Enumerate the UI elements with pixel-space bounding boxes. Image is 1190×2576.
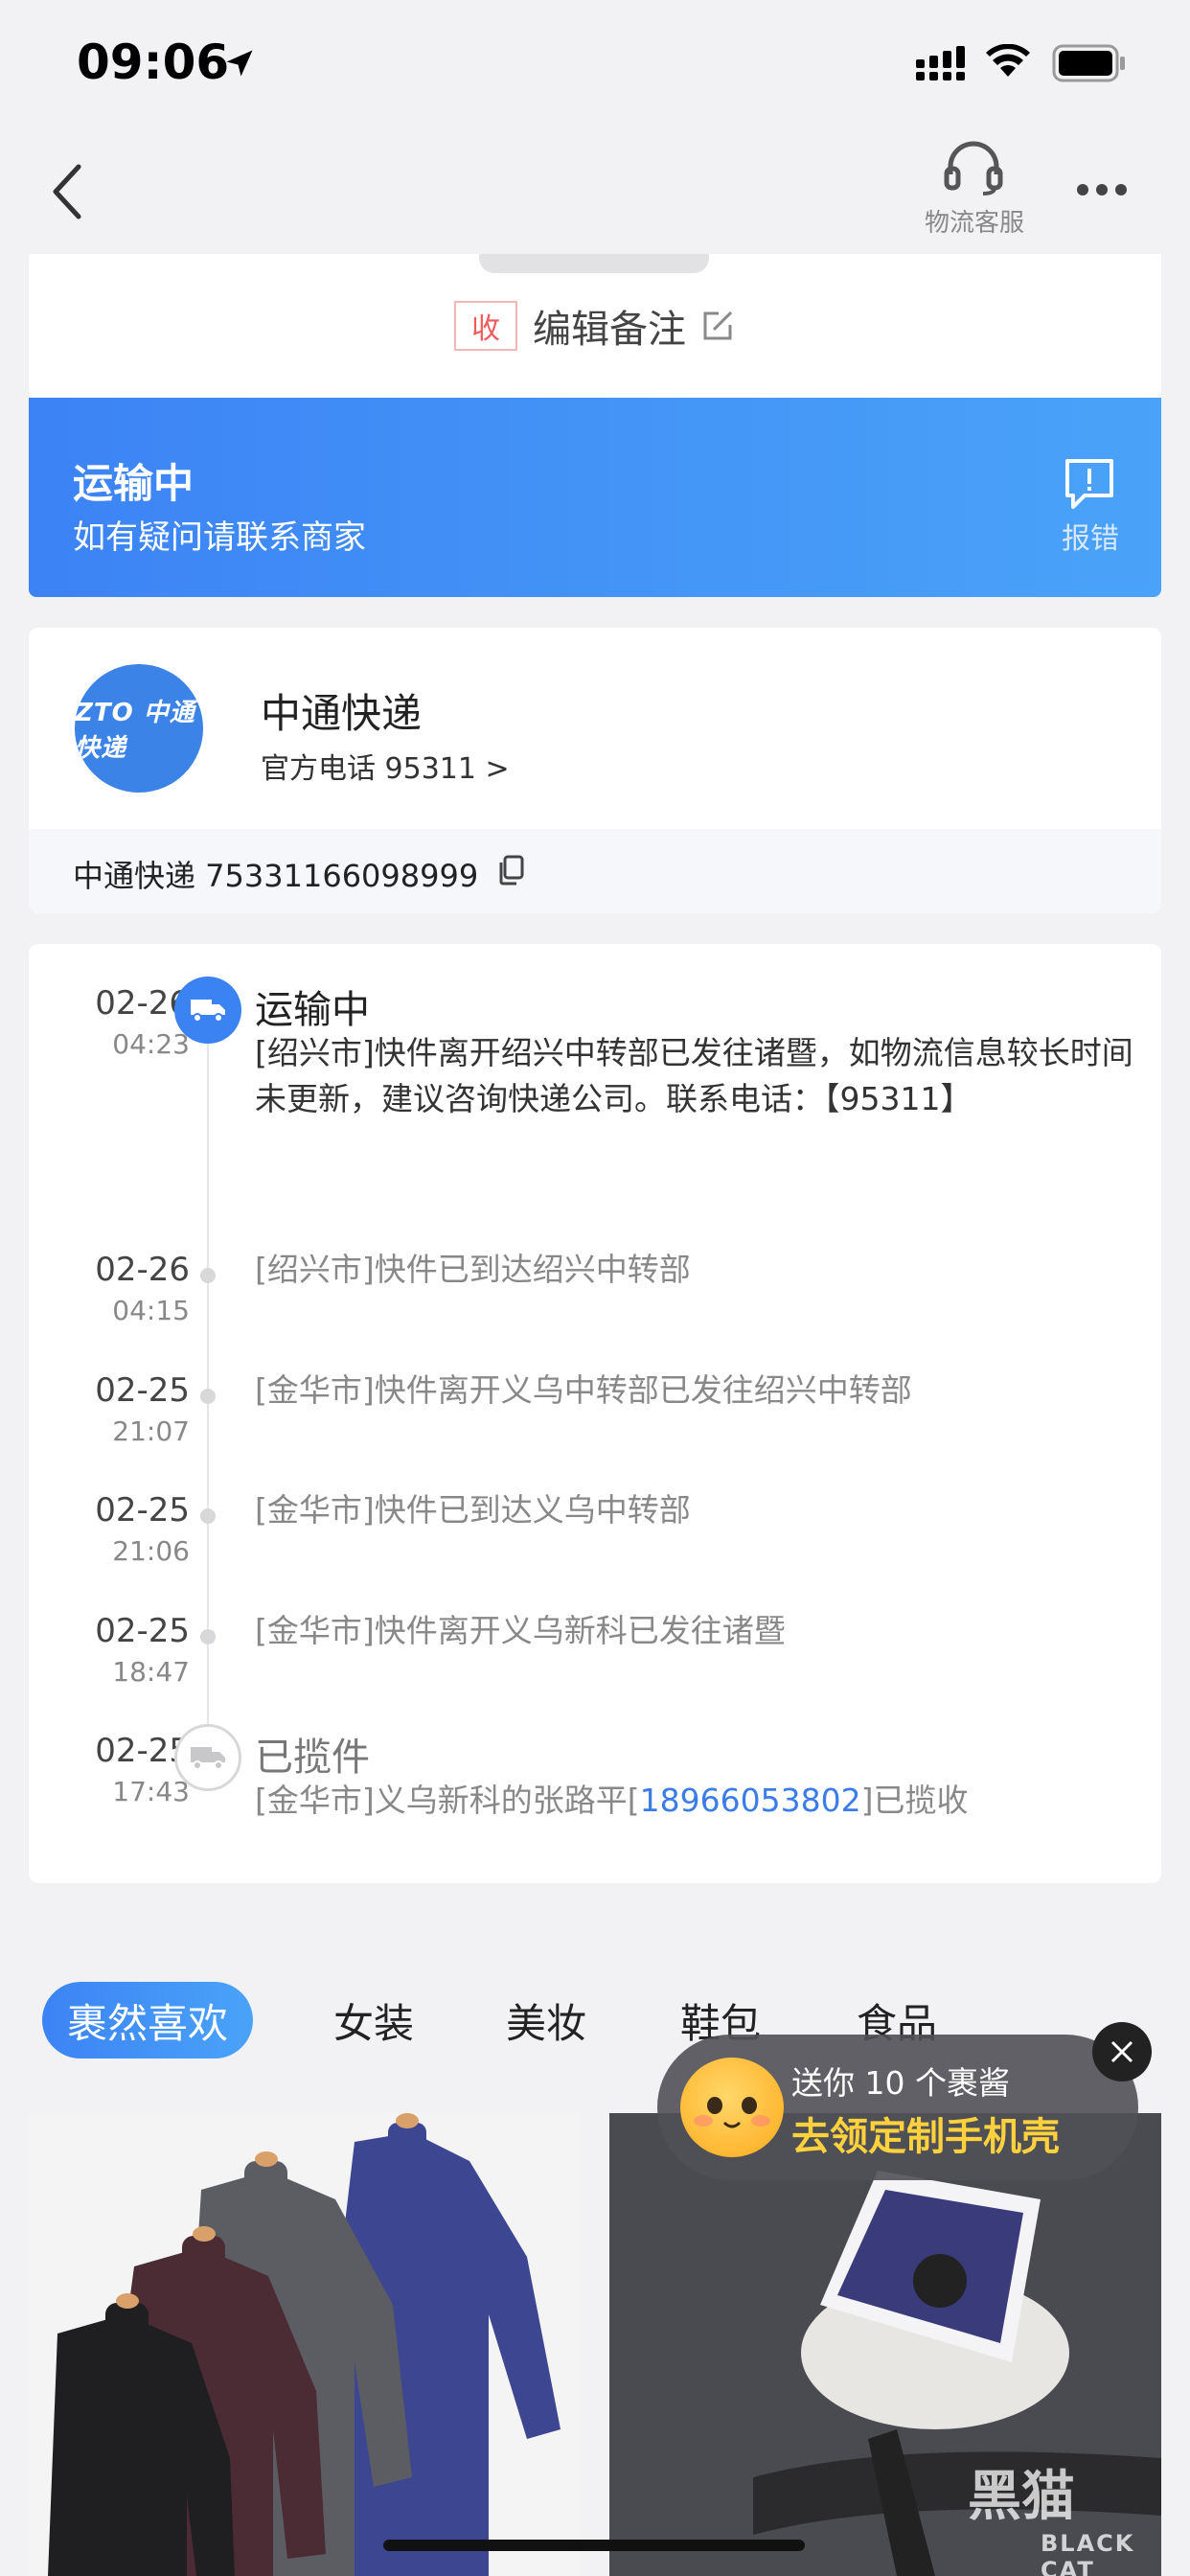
timeline-status: 已揽件 <box>255 1736 370 1780</box>
location-arrow-icon <box>226 50 253 77</box>
timeline-description: [绍兴市]快件已到达绍兴中转部 <box>255 1251 691 1288</box>
wifi-icon <box>986 44 1030 77</box>
edit-icon[interactable] <box>699 308 736 344</box>
promo-line1: 送你 10 个裹酱 <box>791 2064 1010 2102</box>
drag-handle[interactable] <box>479 254 709 273</box>
smiley-face-icon <box>680 2058 784 2157</box>
timeline-description: [金华市]快件离开义乌新科已发往诸暨 <box>255 1612 786 1649</box>
timeline-description: [绍兴市]快件离开绍兴中转部已发往诸暨，如物流信息较长时间未更新，建议咨询快递公… <box>255 1034 1133 1117</box>
description-prefix: [金华市]义乌新科的张路平[ <box>255 1782 640 1819</box>
report-message-icon[interactable] <box>1062 457 1117 511</box>
courier-card: ZTO 中通快递 中通快递 官方电话 95311 > 中通快递 75331166… <box>29 628 1161 913</box>
timeline-date: 02-25 <box>95 1491 190 1530</box>
timeline-dot <box>200 1268 216 1283</box>
timeline-date: 02-25 <box>95 1371 190 1410</box>
remark-card: 收 编辑备注 <box>29 254 1161 398</box>
more-dots-icon[interactable] <box>1075 182 1129 197</box>
timeline-description: [金华市]快件离开义乌中转部已发往绍兴中转部 <box>255 1371 912 1409</box>
timeline-description: [金华市]义乌新科的张路平[18966053802]已揽收 <box>255 1778 1136 1824</box>
receive-badge: 收 <box>454 301 517 351</box>
timeline-time: 04:15 <box>112 1295 190 1326</box>
timeline-date: 02-25 <box>95 1612 190 1650</box>
timeline-dot <box>200 1629 216 1644</box>
battery-icon <box>1052 44 1125 82</box>
timeline-time: 21:07 <box>112 1415 190 1447</box>
zto-logo: ZTO 中通快递 <box>75 664 203 793</box>
timeline-status: 运输中 <box>255 988 370 1032</box>
cellular-signal-icon <box>916 46 965 80</box>
headset-icon[interactable] <box>941 138 1006 197</box>
timeline-dot <box>200 1508 216 1524</box>
close-icon[interactable] <box>1092 2022 1152 2082</box>
timeline-time: 04:23 <box>112 1028 190 1060</box>
product-card-turtlenecks[interactable] <box>29 2113 581 2576</box>
copy-icon[interactable] <box>496 854 525 886</box>
timeline-time: 21:06 <box>112 1535 190 1567</box>
edit-remark-label[interactable]: 编辑备注 <box>533 298 686 354</box>
description-suffix: ]已揽收 <box>860 1782 969 1819</box>
tab-womens-clothing[interactable]: 女装 <box>333 1982 414 2058</box>
product-card-phone-stand[interactable] <box>609 2113 1161 2576</box>
watermark-subtext: BLACK CAT <box>1041 2530 1135 2576</box>
banner-subtitle: 如有疑问请联系商家 <box>73 518 366 557</box>
phone-stand-image <box>609 2113 1161 2576</box>
nav-bar: 物流客服 <box>0 125 1190 254</box>
report-label[interactable]: 报错 <box>1035 515 1146 557</box>
home-indicator[interactable] <box>383 2540 805 2551</box>
timeline-date: 02-26 <box>95 984 190 1023</box>
customer-service-label[interactable]: 物流客服 <box>901 203 1048 239</box>
tracking-number: 中通快递 75331166098999 <box>73 858 479 894</box>
timeline-date: 02-26 <box>95 1251 190 1289</box>
timeline-dot <box>200 1389 216 1404</box>
edit-remark-row[interactable]: 收 编辑备注 <box>29 301 1161 352</box>
courier-phone-number-link[interactable]: 18966053802 <box>640 1782 861 1819</box>
watermark-logo: 黑猫 <box>968 2466 1075 2528</box>
turtleneck-shirts-image <box>29 2113 581 2576</box>
chevron-left-icon[interactable] <box>48 161 86 222</box>
courier-phone-link[interactable]: 官方电话 95311 > <box>261 745 510 787</box>
shipping-status-banner: 运输中 如有疑问请联系商家 报错 <box>29 398 1161 597</box>
status-bar: 09:06 <box>0 0 1190 125</box>
timeline-date: 02-25 <box>95 1732 190 1770</box>
pickup-truck-icon <box>174 1724 241 1791</box>
promo-line2: 去领定制手机壳 <box>791 2115 1060 2159</box>
tracking-number-row: 中通快递 75331166098999 <box>29 829 1161 913</box>
status-time: 09:06 <box>77 34 230 90</box>
truck-icon <box>174 977 241 1044</box>
timeline-time: 17:43 <box>112 1776 190 1807</box>
timeline-time: 18:47 <box>112 1656 190 1688</box>
tab-beauty[interactable]: 美妆 <box>506 1982 586 2058</box>
banner-title: 运输中 <box>73 460 195 507</box>
courier-name: 中通快递 <box>261 690 423 737</box>
timeline-description: [金华市]快件已到达义乌中转部 <box>255 1491 691 1529</box>
tab-recommended[interactable]: 裹然喜欢 <box>42 1982 254 2058</box>
logistics-timeline: 02-26 04:23 运输中 [绍兴市]快件离开绍兴中转部已发往诸暨，如物流信… <box>29 944 1161 1883</box>
promo-bubble[interactable]: 送你 10 个裹酱 去领定制手机壳 <box>657 2035 1138 2180</box>
